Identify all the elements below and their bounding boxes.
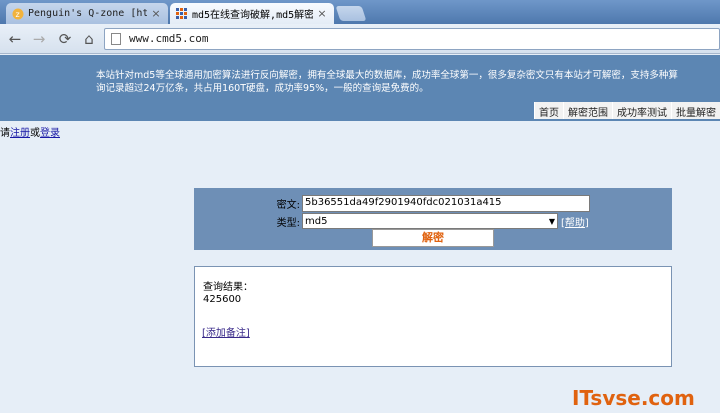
close-tab-icon[interactable]: × xyxy=(316,7,328,20)
register-link[interactable]: 注册 xyxy=(10,128,30,139)
site-header: 本站针对md5等全球通用加密算法进行反向解密，拥有全球最大的数据库，成功率全球第… xyxy=(0,55,720,121)
reload-icon[interactable]: ⟳ xyxy=(56,30,74,48)
type-selected-value: md5 xyxy=(305,215,328,227)
decrypt-form: 密文: 5b36551da49f2901940fdc021031a415 类型:… xyxy=(194,188,672,250)
dropdown-arrow-icon: ▼ xyxy=(548,216,555,226)
address-bar[interactable]: www.cmd5.com xyxy=(104,28,720,50)
login-prompt: 请注册或登录 xyxy=(0,124,60,139)
tab-cmd5[interactable]: md5在线查询破解,md5解密 × xyxy=(170,3,334,24)
watermark: ITsvse.com xyxy=(572,386,695,410)
cipher-row: 密文: 5b36551da49f2901940fdc021031a415 xyxy=(194,194,590,212)
intro-line: 本站针对md5等全球通用加密算法进行反向解密，拥有全球最大的数据库，成功率全球第… xyxy=(96,70,678,81)
nav-home[interactable]: 首页 xyxy=(534,102,563,119)
tab-title: Penguin's Q-zone [http xyxy=(28,8,147,19)
login-link[interactable]: 登录 xyxy=(40,128,60,139)
tab-title: md5在线查询破解,md5解密 xyxy=(192,10,313,21)
home-icon[interactable]: ⌂ xyxy=(80,30,98,48)
help-link[interactable]: [帮助] xyxy=(561,214,589,229)
cipher-label: 密文: xyxy=(276,199,300,211)
cipher-input[interactable]: 5b36551da49f2901940fdc021031a415 xyxy=(302,194,590,212)
login-prefix: 请 xyxy=(0,128,10,139)
result-label: 查询结果： xyxy=(203,282,253,293)
nav-success-test[interactable]: 成功率测试 xyxy=(612,102,671,119)
login-or: 或 xyxy=(30,128,40,139)
tab-strip: z Penguin's Q-zone [http × md5在线查询破解,md5… xyxy=(0,0,720,24)
forward-icon[interactable]: → xyxy=(30,30,48,48)
close-tab-icon[interactable]: × xyxy=(150,7,162,20)
back-icon[interactable]: ← xyxy=(6,30,24,48)
add-note-link[interactable]: [添加备注] xyxy=(202,324,250,339)
page-icon xyxy=(111,33,121,45)
tab-qzone[interactable]: z Penguin's Q-zone [http × xyxy=(6,3,168,24)
site-intro: 本站针对md5等全球通用加密算法进行反向解密，拥有全球最大的数据库，成功率全球第… xyxy=(96,69,678,95)
decrypt-button[interactable]: 解密 xyxy=(372,229,494,247)
cmd5-icon xyxy=(176,7,188,20)
type-row: 类型: md5 ▼ [帮助] xyxy=(194,212,589,230)
browser-toolbar: ← → ⟳ ⌂ www.cmd5.com xyxy=(0,24,720,54)
qzone-icon: z xyxy=(12,8,24,20)
nav-decrypt-scope[interactable]: 解密范围 xyxy=(563,102,612,119)
type-label: 类型: xyxy=(276,217,300,229)
result-value: 425600 xyxy=(203,294,242,305)
result-panel: 查询结果： 425600 [添加备注] xyxy=(194,266,672,367)
type-select[interactable]: md5 ▼ xyxy=(302,213,558,229)
nav-batch-decrypt[interactable]: 批量解密 xyxy=(671,102,720,119)
intro-line: 询记录超过24万亿条，共占用160T硬盘，成功率95%，一般的查询是免费的。 xyxy=(96,83,429,94)
new-tab-button[interactable] xyxy=(335,6,367,21)
url-text: www.cmd5.com xyxy=(129,32,209,45)
top-nav: 首页 解密范围 成功率测试 批量解密 xyxy=(534,102,720,119)
svg-text:z: z xyxy=(16,10,20,19)
